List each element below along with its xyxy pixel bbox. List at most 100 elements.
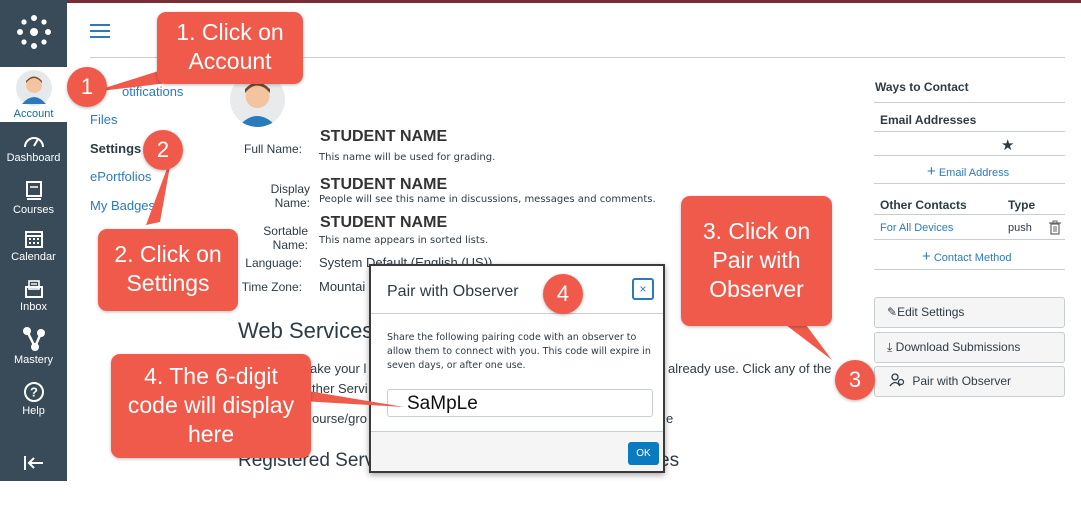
- callout-step-1-line1: 1. Click on: [176, 19, 284, 45]
- nav-courses-label: Courses: [13, 204, 54, 216]
- callout-step-2: 2. Click on Settings: [98, 229, 238, 311]
- courses-icon: [25, 181, 42, 200]
- display-name-hint: People will see this name in discussions…: [319, 194, 656, 205]
- ways-to-contact-title: Ways to Contact: [875, 80, 969, 94]
- display-name-value[interactable]: STUDENT NAME: [320, 176, 447, 194]
- web-services-text-2: ther Servi: [312, 381, 368, 396]
- callout-step-3-line3: Observer: [709, 276, 804, 302]
- language-label: Language:: [245, 256, 302, 270]
- display-name-label: Display Name:: [270, 182, 310, 210]
- account-avatar-icon: [15, 70, 52, 106]
- callout-step-1: 1. Click on Account: [157, 12, 303, 84]
- email-addresses-heading: Email Addresses: [880, 113, 977, 127]
- modal-description: Share the following pairing code with an…: [387, 332, 651, 371]
- callout-3-pointer: [786, 325, 832, 360]
- nav-dashboard[interactable]: Dashboard: [0, 132, 67, 164]
- section-nav-settings[interactable]: Settings: [90, 141, 141, 156]
- step-4-badge: 4: [543, 274, 583, 314]
- add-email-link[interactable]: + Email Address: [927, 163, 1009, 180]
- section-nav-notifications[interactable]: otifications: [122, 84, 183, 99]
- callout-step-4-line2: code will display: [127, 392, 295, 418]
- nav-account-label: Account: [13, 108, 54, 120]
- global-nav: Account Dashboard Courses Calendar Inbox…: [0, 0, 67, 481]
- step-1-badge: 1: [67, 67, 107, 107]
- add-email-label: Email Address: [938, 167, 1010, 179]
- add-contact-method-label: Contact Method: [933, 252, 1012, 264]
- download-submissions-button[interactable]: ⤓ Download Submissions: [874, 332, 1065, 363]
- contacts-divider: [874, 214, 1065, 215]
- download-icon: ⤓: [887, 340, 893, 354]
- full-name-value[interactable]: STUDENT NAME: [320, 128, 447, 146]
- step-2-badge: 2: [143, 130, 183, 170]
- default-email-star-icon[interactable]: ★: [1001, 136, 1014, 154]
- help-icon: ?: [23, 382, 44, 402]
- trash-icon[interactable]: [1048, 220, 1062, 240]
- step-3-badge: 3: [835, 360, 875, 400]
- email-row-divider: [874, 155, 1065, 156]
- close-icon[interactable]: ×: [632, 278, 654, 300]
- edit-settings-button[interactable]: ✎Edit Settings: [874, 297, 1065, 328]
- other-contacts-heading: Other Contacts: [880, 198, 967, 212]
- inbox-icon: [24, 280, 43, 298]
- nav-calendar[interactable]: Calendar: [0, 229, 67, 263]
- nav-mastery[interactable]: Mastery: [0, 326, 67, 366]
- observer-pair-icon: [889, 373, 905, 387]
- edit-settings-label: Edit Settings: [897, 305, 965, 319]
- mastery-icon: [22, 327, 45, 351]
- pair-with-observer-label: Pair with Observer: [912, 374, 1012, 388]
- pair-with-observer-button[interactable]: Pair with Observer: [874, 366, 1065, 397]
- callout-step-2-line2: Settings: [126, 270, 210, 296]
- canvas-logo-icon[interactable]: [0, 14, 67, 52]
- download-submissions-label: Download Submissions: [895, 340, 1021, 354]
- contact-type: push: [1008, 222, 1032, 234]
- web-services-text-3: ourse/gro: [312, 411, 367, 426]
- collapse-nav-button[interactable]: [0, 455, 67, 473]
- pair-observer-modal: Pair with Observer × Share the following…: [369, 264, 665, 473]
- callout-step-3: 3. Click on Pair with Observer: [681, 196, 832, 326]
- modal-header-divider: [371, 313, 663, 314]
- web-services-heading: Web Services: [238, 318, 374, 343]
- section-nav-files[interactable]: Files: [90, 112, 117, 127]
- callout-step-4: 4. The 6-digit code will display here: [111, 354, 311, 458]
- nav-calendar-label: Calendar: [11, 251, 56, 263]
- callout-step-3-line2: Pair with: [712, 247, 801, 273]
- contact-name-link[interactable]: For All Devices: [880, 222, 953, 234]
- nav-inbox-label: Inbox: [20, 301, 47, 313]
- callout-step-2-line1: 2. Click on: [114, 241, 222, 267]
- contacts-section-divider: [874, 269, 1065, 270]
- collapse-arrow-icon: [23, 456, 43, 470]
- timezone-label: Time Zone:: [241, 280, 302, 294]
- modal-title: Pair with Observer: [387, 283, 519, 300]
- callout-step-4-line3: here: [187, 421, 235, 447]
- calendar-icon: [24, 231, 43, 248]
- callout-step-1-line2: Account: [188, 48, 272, 74]
- nav-help[interactable]: ? Help: [0, 381, 67, 417]
- ways-divider: [874, 102, 1065, 103]
- sortable-name-value[interactable]: STUDENT NAME: [320, 214, 447, 232]
- svg-text:?: ?: [30, 385, 38, 400]
- modal-footer: OK: [371, 431, 663, 471]
- email-divider: [874, 131, 1065, 132]
- plus-icon: +: [927, 163, 936, 180]
- callout-step-4-line1: 4. The 6-digit: [144, 363, 278, 389]
- callout-step-3-line1: 3. Click on: [702, 218, 811, 244]
- dashboard-icon: [23, 137, 44, 148]
- add-contact-method-link[interactable]: + Contact Method: [922, 248, 1011, 265]
- top-accent-line: [67, 0, 1081, 3]
- timezone-value[interactable]: Mountai: [319, 279, 365, 294]
- section-nav-my-badges[interactable]: My Badges: [90, 198, 155, 213]
- section-nav-eportfolios[interactable]: ePortfolios: [90, 169, 151, 184]
- nav-inbox[interactable]: Inbox: [0, 279, 67, 313]
- ok-button[interactable]: OK: [628, 442, 659, 465]
- web-services-text-1: ake your l: [310, 361, 367, 376]
- plus-icon: +: [922, 248, 931, 265]
- nav-courses[interactable]: Courses: [0, 180, 67, 216]
- hamburger-menu-icon[interactable]: [90, 24, 110, 38]
- full-name-hint: This name will be used for grading.: [319, 152, 496, 163]
- nav-account[interactable]: Account: [0, 67, 67, 122]
- full-name-label: Full Name:: [243, 142, 302, 156]
- web-services-text-3-right: e: [666, 411, 674, 426]
- nav-mastery-label: Mastery: [13, 354, 54, 366]
- type-heading: Type: [1008, 198, 1036, 212]
- pairing-code-field[interactable]: SaMpLe: [387, 389, 653, 417]
